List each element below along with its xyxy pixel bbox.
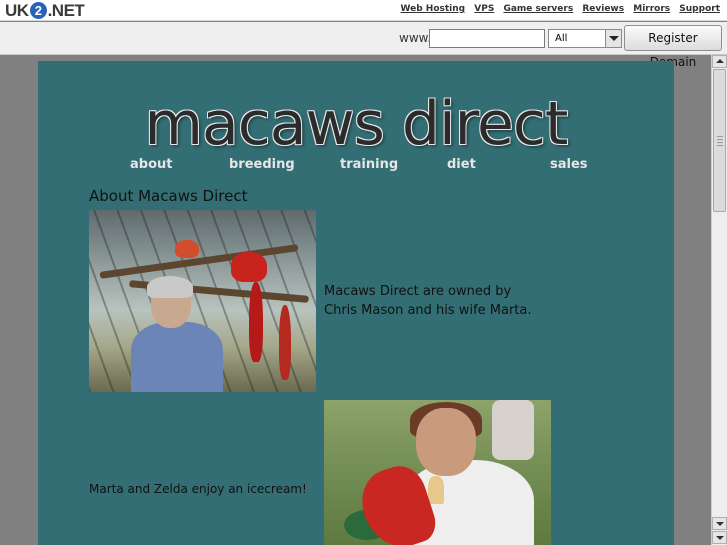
scroll-thumb[interactable] [713, 69, 726, 212]
tld-select[interactable]: All [548, 29, 622, 48]
logo-text-right: .NET [47, 1, 85, 20]
logo-text-left: UK [5, 1, 29, 20]
nav-diet[interactable]: diet [447, 157, 476, 172]
scroll-down-icon[interactable] [712, 517, 727, 530]
nav-sales[interactable]: sales [550, 157, 588, 172]
link-support[interactable]: Support [679, 4, 720, 14]
domain-search-bar: www. All Register Domain [0, 22, 727, 69]
www-label: www. [399, 31, 432, 45]
logo-badge-icon: 2 [29, 2, 47, 19]
nav-training[interactable]: training [340, 157, 398, 172]
tld-selected-value: All [555, 33, 568, 44]
link-game-servers[interactable]: Game servers [503, 4, 573, 14]
link-web-hosting[interactable]: Web Hosting [401, 4, 466, 14]
uk2-logo[interactable]: UK 2 .NET [5, 1, 85, 20]
top-bar: UK 2 .NET Web Hosting VPS Game servers Rev… [0, 0, 727, 21]
register-domain-button[interactable]: Register Domain [624, 25, 722, 69]
domain-input[interactable] [429, 29, 545, 48]
site-banner-title: macaws direct [144, 89, 569, 159]
link-vps[interactable]: VPS [474, 4, 494, 14]
site-page: macaws direct about breeding training di… [38, 61, 674, 545]
link-mirrors[interactable]: Mirrors [633, 4, 670, 14]
scroll-down-icon-secondary[interactable] [712, 531, 727, 544]
section-title: About Macaws Direct [89, 187, 248, 205]
photo-aviary-macaws [89, 210, 316, 392]
photo-marta-zelda [324, 400, 551, 545]
link-reviews[interactable]: Reviews [582, 4, 624, 14]
scroll-up-icon[interactable] [712, 55, 727, 68]
vertical-scrollbar[interactable] [711, 55, 727, 545]
nav-breeding[interactable]: breeding [229, 157, 295, 172]
caption-owners: Macaws Direct are owned by Chris Mason a… [324, 284, 532, 318]
chevron-down-icon[interactable] [605, 30, 621, 47]
top-links: Web Hosting VPS Game servers Reviews Mir… [395, 4, 720, 14]
caption-icecream: Marta and Zelda enjoy an icecream! [89, 482, 307, 496]
nav-about[interactable]: about [130, 157, 172, 172]
